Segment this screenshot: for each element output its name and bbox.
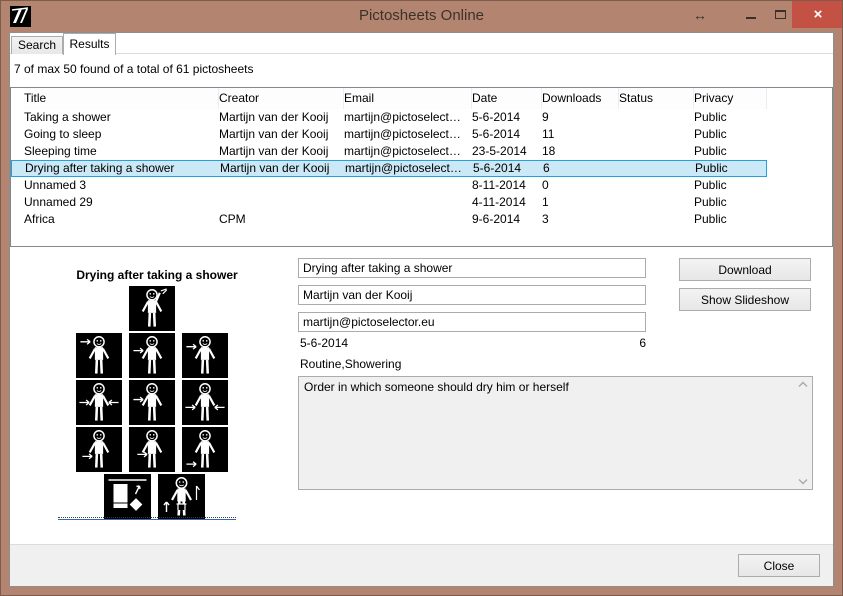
column-header-email[interactable]: Email	[344, 88, 472, 109]
pictogram-dry-groin-icon	[129, 427, 175, 472]
resize-window-button[interactable]: ↔	[687, 1, 713, 28]
tab-search[interactable]: Search	[11, 36, 63, 54]
pictogram-dry-legs-icon	[182, 427, 228, 472]
maximize-button[interactable]	[767, 1, 793, 28]
detail-downloads-count: 6	[298, 336, 646, 350]
table-row-selected[interactable]: Drying after taking a shower Martijn van…	[11, 160, 767, 177]
window-title: Pictosheets Online	[1, 7, 842, 24]
table-row[interactable]: Unnamed 29 4-11-2014 1 Public	[11, 194, 767, 211]
pictogram-dry-arm-icon	[182, 333, 228, 378]
scroll-up-icon[interactable]	[798, 381, 808, 388]
bottom-bar: Close	[10, 544, 833, 586]
detail-creator-field[interactable]	[298, 285, 646, 305]
column-header-creator[interactable]: Creator	[219, 88, 344, 109]
table-row[interactable]: Sleeping time Martijn van der Kooij mart…	[11, 143, 767, 160]
close-window-button[interactable]: ×	[792, 1, 843, 28]
column-header-status[interactable]: Status	[619, 88, 694, 109]
pictogram-dry-hips-icon	[182, 380, 228, 425]
table-row[interactable]: Going to sleep Martijn van der Kooij mar…	[11, 126, 767, 143]
table-row[interactable]: Africa CPM 9-6-2014 3 Public	[11, 211, 767, 228]
download-button[interactable]: Download	[679, 258, 811, 281]
close-button[interactable]: Close	[738, 554, 820, 577]
pictogram-dry-hair-with-towel-icon	[129, 286, 175, 331]
maximize-icon	[775, 10, 786, 19]
results-table: Title Creator Email Date Downloads Statu…	[10, 87, 833, 247]
detail-title-field[interactable]	[298, 258, 646, 278]
column-header-downloads[interactable]: Downloads	[542, 88, 619, 109]
scroll-down-icon[interactable]	[798, 478, 808, 485]
pictogram-dry-chest-icon	[129, 333, 175, 378]
detail-email-field[interactable]	[298, 312, 646, 332]
close-icon: ×	[814, 6, 823, 23]
detail-tags-label: Routine,Showering	[300, 357, 401, 371]
show-slideshow-button[interactable]: Show Slideshow	[679, 288, 811, 311]
detail-description-text: Order in which someone should dry him or…	[304, 380, 569, 394]
detail-description-box[interactable]: Order in which someone should dry him or…	[298, 376, 813, 490]
minimize-icon	[746, 17, 756, 19]
results-summary: 7 of max 50 found of a total of 61 picto…	[14, 62, 254, 76]
preview-title: Drying after taking a shower	[57, 268, 257, 282]
table-header: Title Creator Email Date Downloads Statu…	[11, 88, 767, 109]
title-bar: Pictosheets Online ↔ ×	[1, 1, 842, 32]
pictogram-dry-bottom-icon	[76, 427, 122, 472]
pictogram-dry-back-icon	[76, 380, 122, 425]
resize-arrows-icon: ↔	[693, 7, 707, 23]
pictogram-dry-face-icon	[76, 333, 122, 378]
column-header-title[interactable]: Title	[24, 88, 219, 109]
tab-results[interactable]: Results	[63, 33, 116, 55]
app-window: Pictosheets Online ↔ × Search Results 7 …	[0, 0, 843, 596]
content-area: Search Results 7 of max 50 found of a to…	[9, 32, 834, 587]
attribution-fineprint	[58, 517, 236, 520]
pictogram-get-dressed-icon	[158, 474, 205, 520]
pictogram-dry-belly-icon	[129, 380, 175, 425]
minimize-button[interactable]	[738, 1, 764, 28]
table-row[interactable]: Unnamed 3 8-11-2014 0 Public	[11, 177, 767, 194]
column-header-date[interactable]: Date	[472, 88, 542, 109]
table-row[interactable]: Taking a shower Martijn van der Kooij ma…	[11, 109, 767, 126]
tab-strip-divider	[10, 53, 833, 54]
pictogram-hang-towel-icon	[104, 474, 151, 520]
column-header-privacy[interactable]: Privacy	[694, 88, 767, 109]
